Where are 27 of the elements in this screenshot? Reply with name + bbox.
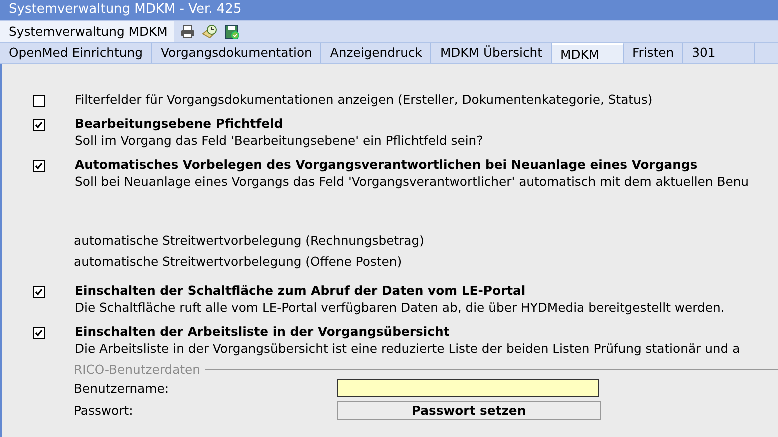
option-title: Einschalten der Schaltfläche zum Abruf der Daten vom LE-Portal	[75, 282, 527, 299]
option-title: Automatisches Vorbelegen des Vorgangsverantwortlichen bei Neuanlage eines Vorgangs	[75, 156, 699, 173]
option-title: Einschalten der Arbeitsliste in der Vorgangsübersicht	[75, 323, 451, 340]
checkbox[interactable]	[33, 286, 45, 298]
printer-icon[interactable]	[180, 24, 196, 40]
field-label: Benutzername:	[74, 380, 170, 396]
checkbox[interactable]	[33, 160, 45, 172]
option-description: Soll im Vorgang das Feld 'Bearbeitungsebene' ein Pflichtfeld sein?	[75, 132, 484, 149]
checkbox[interactable]	[33, 95, 45, 107]
window-title: Systemverwaltung MDKM - Ver. 425	[0, 0, 778, 20]
clock-icon[interactable]	[202, 24, 218, 40]
checkbox[interactable]	[33, 119, 45, 131]
option-title: Bearbeitungsebene Pfichtfeld	[75, 115, 284, 132]
module-tab[interactable]: Systemverwaltung MDKM	[0, 21, 174, 42]
username-field[interactable]	[337, 379, 599, 397]
checkbox[interactable]	[33, 327, 45, 339]
option-label: automatische Streitwertvorbelegung (Offene Posten)	[74, 253, 404, 271]
group-legend: RICO-Benutzerdaten	[74, 362, 205, 377]
option-label: automatische Streitwertvorbelegung (Rechnungsbetrag)	[74, 232, 426, 250]
option-label: Filterfelder für Vorgangsdokumentationen anzeigen (Ersteller, Dokumentenkategorie, Status)	[75, 91, 653, 108]
save-icon[interactable]	[224, 24, 240, 40]
tab[interactable]: MDKM	[552, 43, 624, 63]
option-description: Die Schaltfläche ruft alle vom LE-Portal verfügbaren Daten ab, die über HYDMedia bereitgestellt werden.	[75, 299, 725, 316]
set-password-button[interactable]: Passwort setzen	[337, 400, 601, 420]
field-label: Passwort:	[74, 402, 134, 418]
option-description: Soll bei Neuanlage eines Vorgangs das Feld 'Vorgangsverantwortlicher' automatisch mit dem aktuellen Benu	[75, 173, 750, 190]
option-description: Die Arbeitsliste in der Vorgangsübersicht ist eine reduzierte Liste der beiden Listen Prüfung stationär und a	[75, 340, 740, 357]
